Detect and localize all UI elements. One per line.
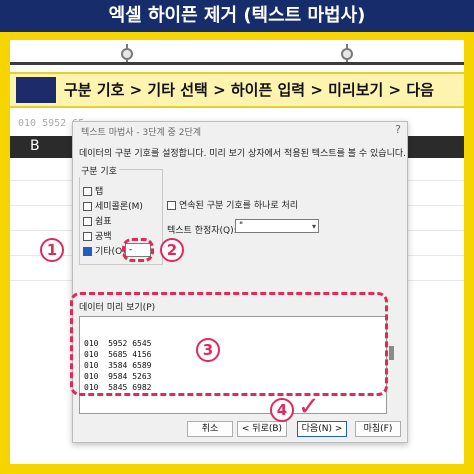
- pin-left-icon: [121, 48, 133, 60]
- annotation-step-2: 2: [160, 238, 184, 262]
- other-checkbox[interactable]: [83, 247, 92, 256]
- page-banner-title: 엑셀 하이픈 제거 (텍스트 마법사): [0, 0, 474, 32]
- delimiter-space-option[interactable]: 공백: [83, 229, 112, 242]
- comma-checkbox[interactable]: [83, 217, 92, 226]
- merge-checkbox[interactable]: [167, 201, 176, 210]
- merge-delimiters-option[interactable]: 연속된 구분 기호를 하나로 처리: [167, 198, 298, 211]
- finish-button[interactable]: 마침(F): [355, 421, 401, 437]
- preview-scrollbar[interactable]: [389, 346, 394, 360]
- steps-text: 구분 기호 > 기타 선택 > 하이픈 입력 > 미리보기 > 다음: [64, 81, 434, 99]
- delimiter-comma-option[interactable]: 쉼표: [83, 214, 112, 227]
- frame-divider: [10, 62, 464, 65]
- dialog-title: 텍스트 마법사 - 3단계 중 2단계: [81, 128, 202, 138]
- steps-bar: 구분 기호 > 기타 선택 > 하이픈 입력 > 미리보기 > 다음: [10, 72, 464, 108]
- text-qualifier-value: ": [239, 221, 244, 231]
- steps-marker: [16, 77, 56, 103]
- delimiter-group-title: 구분 기호: [79, 164, 119, 177]
- cancel-button[interactable]: 취소: [187, 421, 233, 437]
- delimiter-semicolon-option[interactable]: 세미콜론(M): [83, 199, 143, 212]
- comma-label: 쉼표: [95, 217, 112, 227]
- text-qualifier-select[interactable]: " ▾: [235, 219, 319, 233]
- space-label: 공백: [95, 232, 112, 242]
- text-qualifier-label: 텍스트 한정자(Q):: [167, 226, 237, 236]
- annotation-step-4: 4: [270, 398, 294, 422]
- dialog-description: 데이터의 구분 기호를 설정합니다. 미리 보기 상자에서 적용된 텍스트를 볼…: [79, 149, 406, 159]
- column-header-label: B: [30, 138, 40, 154]
- annotation-input-highlight: [122, 238, 154, 262]
- dialog-help-button[interactable]: ?: [395, 123, 401, 136]
- merge-label: 연속된 구분 기호를 하나로 처리: [179, 201, 299, 211]
- semicolon-label: 세미콜론(M): [95, 202, 143, 212]
- delimiter-tab-option[interactable]: 탭: [83, 184, 103, 197]
- back-button[interactable]: < 뒤로(B): [237, 421, 287, 437]
- annotation-step-1: 1: [40, 238, 64, 262]
- tab-label: 탭: [95, 187, 104, 197]
- annotation-step-3: 3: [196, 338, 220, 362]
- chevron-down-icon: ▾: [311, 222, 316, 231]
- semicolon-checkbox[interactable]: [83, 202, 92, 211]
- next-button[interactable]: 다음(N) >: [297, 421, 347, 437]
- checkmark-icon: ✓: [298, 392, 320, 422]
- annotation-preview-highlight: [70, 292, 388, 396]
- space-checkbox[interactable]: [83, 232, 92, 241]
- tab-checkbox[interactable]: [83, 187, 92, 196]
- pin-right-icon: [341, 48, 353, 60]
